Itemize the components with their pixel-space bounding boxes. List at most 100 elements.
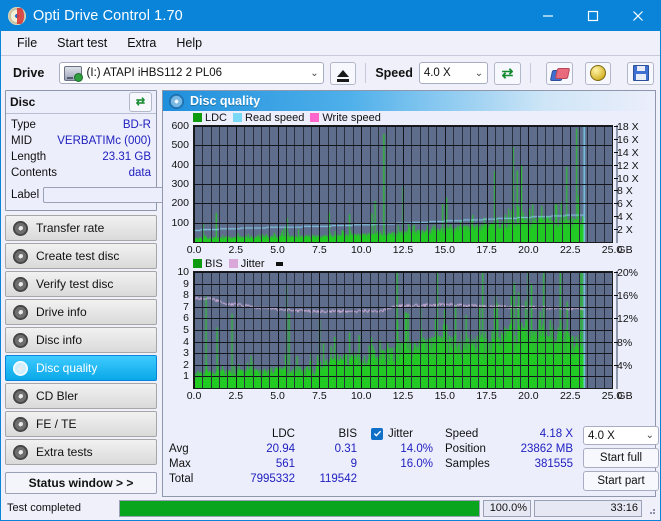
x-tick-label: 17.5 — [476, 244, 497, 256]
samples-key: Samples — [445, 457, 490, 470]
jitter-checkbox[interactable] — [371, 427, 383, 440]
speed-select-value: 4.0 X — [423, 67, 451, 79]
disc-label-key: Label — [11, 188, 40, 201]
y-tick-label: 8 — [183, 289, 189, 302]
refresh-button[interactable]: ⇄ — [494, 61, 521, 85]
options-button[interactable] — [584, 61, 612, 85]
disc-refresh-button[interactable]: ⇄ — [129, 92, 152, 112]
disc-key-length: Length — [11, 151, 47, 163]
bis-plot — [193, 271, 613, 389]
stats-row-total: Total 7995332 119542 — [169, 471, 357, 486]
legend-swatch-bis — [193, 259, 202, 268]
y2-tick-label: 8 X — [617, 185, 633, 198]
bis-plot-wrapper: 1 2 3 4 5 6 7 8 9 10 4% 8% 12% 16% 20% 0.0 2.5 5.0 7.5 10… — [163, 266, 655, 403]
y2-tick-label: 16 X — [617, 133, 639, 146]
status-bar: Test completed 100.0% 33:16 — [1, 497, 660, 520]
y-tick-label: 5 — [183, 324, 189, 336]
bis-legend: BIS Jitter — [163, 257, 655, 271]
stats-col-ldc: LDC — [271, 427, 295, 440]
x-tick-label: 10.0 — [350, 390, 372, 402]
jitter-avg-row: 14.0% — [371, 441, 433, 456]
x-axis-label: GB — [617, 244, 633, 256]
app-window: Opti Drive Control 1.70 File Start test … — [0, 0, 661, 521]
disc-row-contents: Contents data — [11, 166, 151, 180]
y2-tick-label: 2 X — [617, 224, 633, 237]
disc-panel-title: Disc — [10, 95, 36, 109]
menu-start-test[interactable]: Start test — [48, 33, 116, 53]
save-button[interactable] — [627, 61, 654, 85]
disc-key-type: Type — [11, 119, 36, 131]
test-controls: 4.0 X ⌄ Start full Start part — [583, 426, 659, 491]
legend-swatch-ldc — [193, 113, 202, 122]
start-full-button[interactable]: Start full — [583, 448, 659, 468]
sidebar-item-create-test-disc[interactable]: Create test disc — [5, 243, 157, 269]
status-window-button[interactable]: Status window > > — [5, 472, 157, 494]
legend-label-jitter: Jitter — [240, 258, 265, 270]
eject-button[interactable] — [329, 61, 357, 85]
disc-value-type: BD-R — [122, 119, 151, 131]
erase-button[interactable] — [545, 61, 573, 85]
legend-read-speed: Read speed — [233, 112, 304, 124]
legend-ldc: LDC — [193, 112, 227, 124]
sidebar-item-drive-info[interactable]: Drive info — [5, 299, 157, 325]
menu-extra[interactable]: Extra — [118, 33, 165, 53]
sidebar-item-cd-bler[interactable]: CD Bler — [5, 383, 157, 409]
speed-label: Speed — [375, 66, 413, 80]
disc-icon — [13, 332, 28, 348]
sidebar-item-label: Verify test disc — [36, 277, 114, 291]
start-part-button[interactable]: Start part — [583, 471, 659, 491]
sidebar-item-transfer-rate[interactable]: Transfer rate — [5, 215, 157, 241]
resize-grip[interactable] — [647, 503, 657, 514]
sidebar-item-disc-info[interactable]: Disc info — [5, 327, 157, 353]
y-tick-label: 1 — [183, 370, 189, 383]
stats-header-row: LDC BIS — [169, 426, 357, 441]
maximize-icon[interactable] — [570, 1, 615, 31]
disc-panel-header: Disc ⇄ — [6, 91, 156, 114]
disc-icon — [13, 304, 28, 320]
disc-value-length: 23.31 GB — [102, 151, 151, 163]
drive-select[interactable]: (I:) ATAPI iHBS112 2 PL06 ⌄ — [58, 62, 324, 84]
position-key: Position — [445, 442, 486, 455]
disc-value-mid: VERBATIMc (000) — [57, 135, 151, 147]
toolbar-divider-2 — [529, 63, 531, 83]
sidebar-item-disc-quality[interactable]: Disc quality — [5, 355, 157, 381]
progress-percent: 100.0% — [483, 499, 531, 517]
ldc-plot-wrapper: 100 200 300 400 500 600 2 X4 X6 X8 X 10 X 12 X1… — [163, 120, 655, 257]
jitter-stats: Jitter 14.0% 16.0% — [371, 426, 433, 491]
sidebar-item-fe-te[interactable]: FE / TE — [5, 411, 157, 437]
app-icon — [8, 7, 26, 25]
stats-col-bis: BIS — [338, 427, 357, 440]
x-tick-label: 0.0 — [186, 244, 202, 256]
panel-header: Disc quality — [163, 91, 655, 111]
legend-swatch-jitter — [228, 259, 238, 268]
speed-value: 4.18 X — [539, 427, 573, 440]
minimize-icon[interactable] — [525, 1, 570, 31]
x-tick-label: 2.5 — [228, 390, 244, 402]
sidebar: Disc ⇄ Type BD-R MID VERBATIMc (000) Len… — [5, 90, 221, 497]
x-tick-label: 10.0 — [350, 244, 372, 256]
charts-area: LDC Read speed Write speed 100 200 300 400 5… — [163, 111, 655, 422]
stats-area: LDC BIS Avg 20.94 0.31 Max 561 9 Total 7… — [163, 422, 659, 496]
bis-chart-block: BIS Jitter 1 2 3 4 5 6 7 8 9 10 4% 8% 12% 16% 20% 0.0… — [163, 257, 655, 403]
test-speed-select[interactable]: 4.0 X ⌄ — [583, 426, 659, 445]
stats-avg-ldc: 20.94 — [266, 442, 295, 455]
disc-value-contents: data — [128, 167, 151, 179]
close-icon[interactable] — [615, 1, 660, 31]
drive-label: Drive — [13, 66, 45, 80]
sidebar-item-extra-tests[interactable]: Extra tests — [5, 439, 157, 465]
sidebar-item-label: Drive info — [36, 305, 87, 319]
chevron-down-icon: ⌄ — [474, 67, 484, 79]
elapsed-time: 33:16 — [534, 499, 642, 517]
stats-table: LDC BIS Avg 20.94 0.31 Max 561 9 Total 7… — [169, 426, 357, 491]
menu-help[interactable]: Help — [167, 33, 211, 53]
ldc-legend: LDC Read speed Write speed — [163, 111, 655, 125]
y-tick-label: 200 — [171, 197, 189, 210]
disc-icon — [13, 276, 28, 292]
position-value: 23862 MB — [520, 442, 573, 455]
window-controls — [525, 1, 660, 31]
progress-fill — [120, 500, 479, 516]
speed-select[interactable]: 4.0 X ⌄ — [418, 62, 489, 84]
sidebar-item-verify-test-disc[interactable]: Verify test disc — [5, 271, 157, 297]
stats-max-bis: 9 — [350, 457, 357, 470]
menu-file[interactable]: File — [8, 33, 46, 53]
